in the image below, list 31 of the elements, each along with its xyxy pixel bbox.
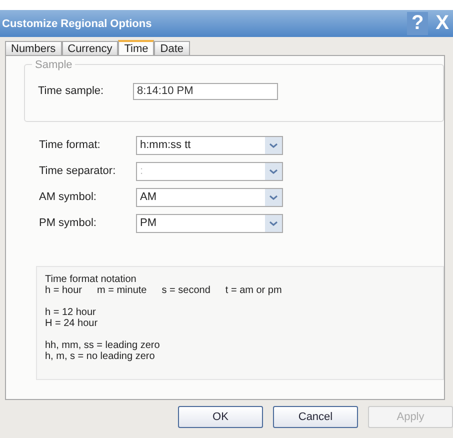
- chevron-icon: [265, 162, 282, 180]
- notation-text: h = hour: [45, 285, 82, 296]
- dropdown[interactable]: PM: [136, 214, 283, 232]
- notation-text: H = 24 hour: [45, 318, 99, 329]
- tab[interactable]: Date: [154, 41, 190, 55]
- dropdown[interactable]: h:mm:ss tt: [136, 136, 283, 154]
- tab[interactable]: Currency: [62, 41, 118, 55]
- tab[interactable]: Time: [118, 40, 154, 56]
- notation-text: m = minute: [96, 285, 147, 296]
- tab[interactable]: Numbers: [5, 41, 62, 55]
- notation-text: t = am or pm: [225, 285, 282, 296]
- ok-button[interactable]: OK: [178, 406, 263, 428]
- notation-title: Time format notation: [45, 274, 138, 285]
- field-label: Time sample:: [38, 85, 105, 97]
- dropdown: :: [136, 162, 283, 180]
- notation-text: hh, mm, ss = leading zero: [45, 340, 161, 351]
- time-sample-field: 8:14:10 PM: [133, 82, 278, 100]
- field-label: AM symbol:: [39, 191, 98, 203]
- field-label: PM symbol:: [39, 217, 98, 229]
- cancel-button[interactable]: Cancel: [273, 406, 358, 428]
- group-legend: Sample: [32, 59, 76, 71]
- dropdown[interactable]: AM: [136, 188, 283, 206]
- field-label: Time separator:: [39, 165, 117, 177]
- field-label: Time format:: [39, 139, 102, 151]
- window-title: Customize Regional Options: [2, 18, 152, 30]
- notation-text: s = second: [162, 285, 210, 296]
- chevron-icon: [265, 136, 282, 154]
- chevron-icon: [265, 188, 282, 206]
- chevron-icon: [265, 214, 282, 232]
- notation-text: h = 12 hour: [45, 307, 97, 318]
- notation-text: h, m, s = no leading zero: [45, 351, 156, 362]
